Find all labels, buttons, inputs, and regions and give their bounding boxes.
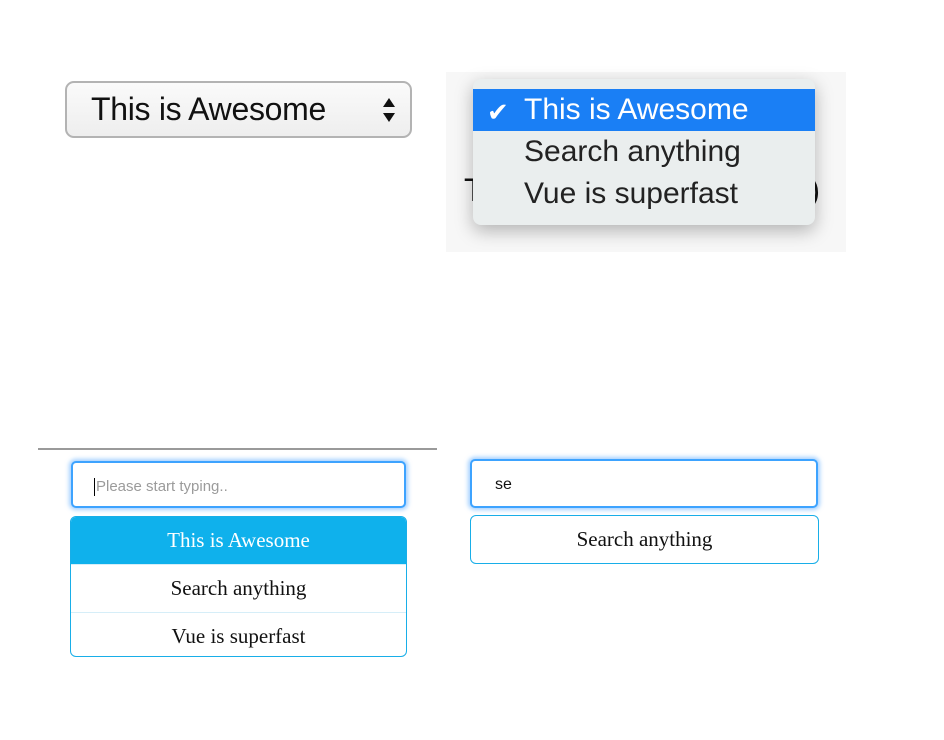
native-option-label: Search anything [524,135,741,168]
native-option[interactable]: Search anything [473,131,815,173]
updown-chevrons-icon [383,98,395,122]
autocomplete-suggestions-full: This is Awesome Search anything Vue is s… [70,516,407,657]
native-select-value: This is Awesome [91,91,327,127]
suggestion-item[interactable]: Search anything [71,564,406,612]
suggestion-item[interactable]: Search anything [471,516,818,563]
native-select-closed[interactable]: This is Awesome [65,81,412,138]
checkmark-icon: ✔ [487,97,509,127]
native-option-label: Vue is superfast [524,177,738,210]
native-select-dropdown: ✔ This is Awesome Search anything Vue is… [473,79,815,225]
native-option[interactable]: Vue is superfast [473,173,815,215]
horizontal-divider [38,448,437,450]
autocomplete-typed-value: se [495,476,512,493]
suggestion-item-active[interactable]: This is Awesome [71,517,406,564]
native-option-label: This is Awesome [524,93,749,126]
autocomplete-input-filtered[interactable]: se [470,459,818,508]
suggestion-item[interactable]: Vue is superfast [71,612,406,656]
autocomplete-input-empty[interactable]: Please start typing.. [71,461,406,508]
text-caret [94,478,95,496]
autocomplete-suggestions-filtered: Search anything [470,515,819,564]
native-option-selected[interactable]: ✔ This is Awesome [473,89,815,131]
autocomplete-placeholder: Please start typing.. [96,478,228,495]
